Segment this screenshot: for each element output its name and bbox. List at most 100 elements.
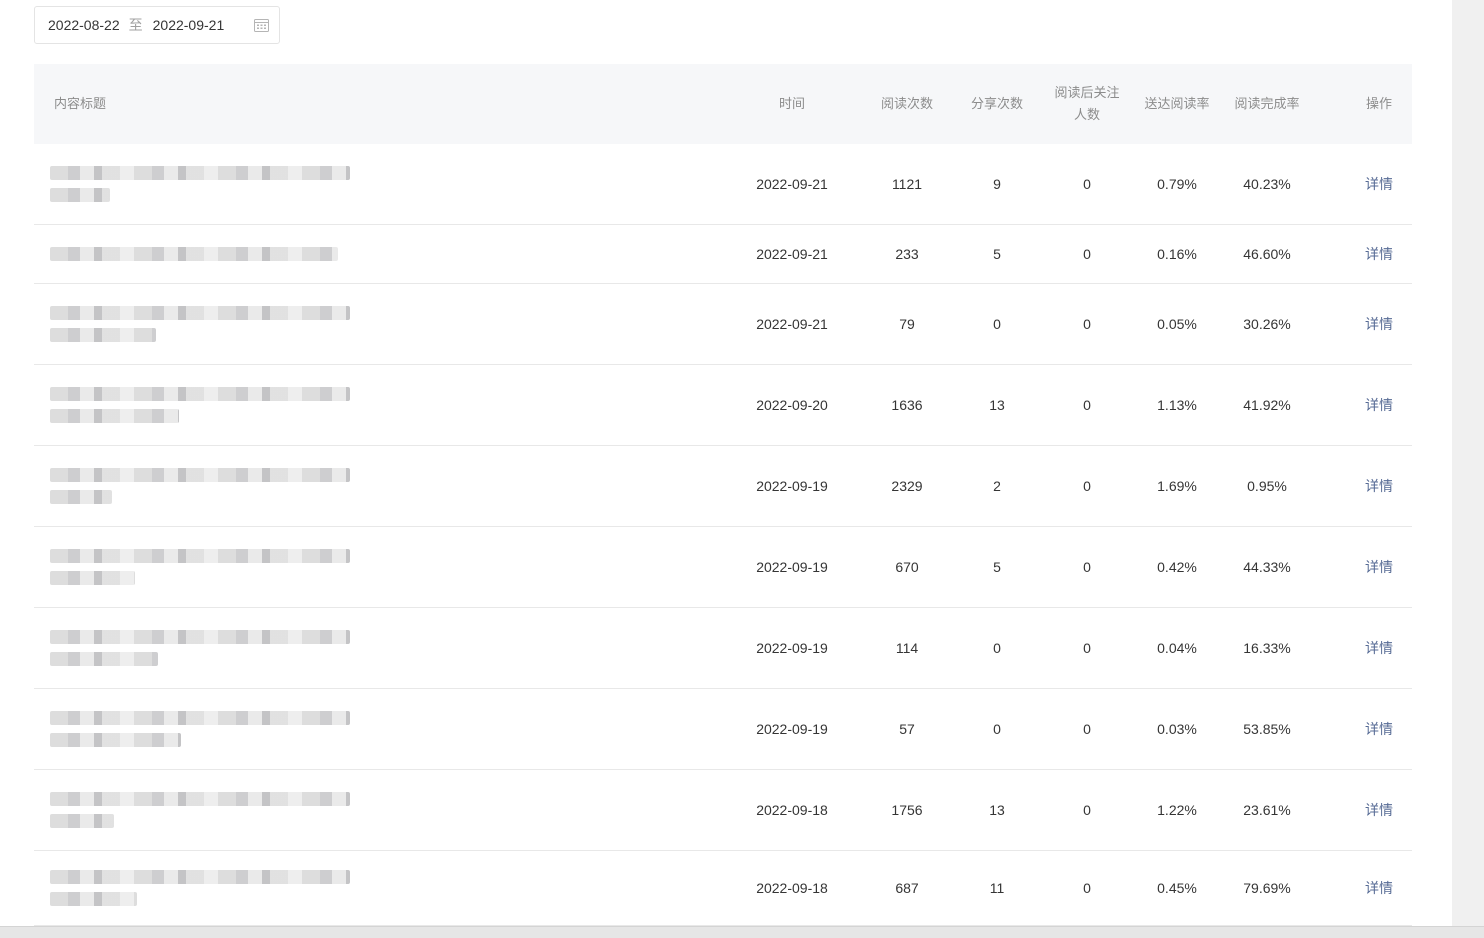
cell-completion-rate: 79.69% [1243, 880, 1291, 896]
cell-delivery-rate: 0.42% [1157, 559, 1197, 575]
cell-delivery-rate: 0.79% [1157, 176, 1197, 192]
cell-reads: 114 [895, 640, 919, 656]
cell-date: 2022-09-19 [756, 721, 828, 737]
redacted-title-line [50, 892, 137, 906]
cell-reads: 2329 [891, 478, 923, 494]
cell-follows: 0 [1083, 802, 1091, 818]
table-body: 2022-09-21 1121 9 0 0.79% 40.23% 详情 2022… [34, 144, 1412, 926]
redacted-title-line [50, 387, 350, 401]
details-link[interactable]: 详情 [1365, 557, 1393, 577]
redacted-title-line [50, 711, 350, 725]
redacted-title-line [50, 188, 110, 202]
redacted-title-line [50, 328, 156, 342]
cell-shares: 5 [993, 246, 1001, 262]
cell-shares: 13 [989, 397, 1005, 413]
cell-date: 2022-09-19 [756, 478, 828, 494]
cell-shares: 5 [993, 559, 1001, 575]
details-link[interactable]: 详情 [1365, 244, 1393, 264]
cell-date: 2022-09-21 [756, 246, 828, 262]
header-reads: 阅读次数 [880, 96, 933, 111]
cell-date: 2022-09-18 [756, 802, 828, 818]
cell-date: 2022-09-20 [756, 397, 828, 413]
cell-shares: 2 [993, 478, 1001, 494]
redacted-title-line [50, 166, 350, 180]
redacted-title-line [50, 409, 179, 423]
cell-completion-rate: 40.23% [1243, 176, 1291, 192]
cell-completion-rate: 53.85% [1243, 721, 1291, 737]
cell-reads: 57 [899, 721, 915, 737]
details-link[interactable]: 详情 [1365, 174, 1393, 194]
cell-shares: 11 [989, 880, 1005, 896]
redacted-title-line [50, 247, 338, 261]
cell-reads: 1756 [891, 802, 923, 818]
cell-follows: 0 [1083, 478, 1091, 494]
article-stats-table: 内容标题 时间 阅读次数 分享次数 阅读后关注 人数 送达阅读率 阅读完成率 操… [34, 64, 1412, 926]
cell-shares: 0 [993, 640, 1001, 656]
cell-date: 2022-09-21 [756, 176, 828, 192]
cell-follows: 0 [1083, 397, 1091, 413]
cell-date: 2022-09-19 [756, 559, 828, 575]
content-title-redacted[interactable] [50, 527, 370, 607]
cell-follows: 0 [1083, 880, 1091, 896]
date-range-picker[interactable]: 2022-08-22 至 2022-09-21 [34, 6, 280, 44]
content-title-redacted[interactable] [50, 365, 370, 445]
cell-shares: 9 [993, 176, 1001, 192]
cell-follows: 0 [1083, 559, 1091, 575]
cell-follows: 0 [1083, 316, 1091, 332]
cell-follows: 0 [1083, 246, 1091, 262]
redacted-title-line [50, 549, 350, 563]
content-title-redacted[interactable] [50, 689, 370, 769]
cell-delivery-rate: 1.69% [1157, 478, 1197, 494]
header-follows-line2: 人数 [1073, 107, 1100, 122]
table-row: 2022-09-19 670 5 0 0.42% 44.33% 详情 [34, 527, 1412, 608]
start-date[interactable]: 2022-08-22 [48, 17, 120, 33]
content-title-redacted[interactable] [50, 225, 370, 283]
cell-reads: 233 [895, 246, 919, 262]
details-link[interactable]: 详情 [1365, 638, 1393, 658]
cell-shares: 0 [993, 721, 1001, 737]
page-scroll-gutter [1452, 0, 1484, 938]
date-separator: 至 [128, 17, 143, 33]
cell-follows: 0 [1083, 640, 1091, 656]
cell-reads: 79 [899, 316, 915, 332]
content-title-redacted[interactable] [50, 851, 370, 925]
details-link[interactable]: 详情 [1365, 800, 1393, 820]
details-link[interactable]: 详情 [1365, 719, 1393, 739]
header-delivery-rate: 送达阅读率 [1144, 96, 1210, 111]
content-title-redacted[interactable] [50, 446, 370, 526]
redacted-title-line [50, 814, 114, 828]
end-date[interactable]: 2022-09-21 [153, 17, 225, 33]
header-time: 时间 [778, 96, 805, 111]
calendar-icon[interactable] [254, 18, 269, 32]
table-row: 2022-09-19 57 0 0 0.03% 53.85% 详情 [34, 689, 1412, 770]
content-title-redacted[interactable] [50, 608, 370, 688]
redacted-title-line [50, 306, 350, 320]
cell-reads: 670 [895, 559, 919, 575]
cell-reads: 1636 [891, 397, 923, 413]
cell-reads: 1121 [891, 176, 923, 192]
redacted-title-line [50, 792, 350, 806]
details-link[interactable]: 详情 [1365, 395, 1393, 415]
cell-shares: 0 [993, 316, 1001, 332]
cell-delivery-rate: 0.16% [1157, 246, 1197, 262]
table-row: 2022-09-21 233 5 0 0.16% 46.60% 详情 [34, 225, 1412, 284]
cell-date: 2022-09-19 [756, 640, 828, 656]
cell-follows: 0 [1083, 721, 1091, 737]
details-link[interactable]: 详情 [1365, 314, 1393, 334]
cell-delivery-rate: 0.05% [1157, 316, 1197, 332]
details-link[interactable]: 详情 [1365, 878, 1393, 898]
cell-delivery-rate: 0.03% [1157, 721, 1197, 737]
taskbar [0, 926, 1484, 938]
table-row: 2022-09-18 687 11 0 0.45% 79.69% 详情 [34, 851, 1412, 926]
cell-completion-rate: 16.33% [1243, 640, 1291, 656]
content-title-redacted[interactable] [50, 144, 370, 224]
cell-delivery-rate: 0.04% [1157, 640, 1197, 656]
details-link[interactable]: 详情 [1365, 476, 1393, 496]
table-row: 2022-09-21 1121 9 0 0.79% 40.23% 详情 [34, 144, 1412, 225]
table-row: 2022-09-21 79 0 0 0.05% 30.26% 详情 [34, 284, 1412, 365]
content-title-redacted[interactable] [50, 284, 370, 364]
content-title-redacted[interactable] [50, 770, 370, 850]
cell-completion-rate: 41.92% [1243, 397, 1291, 413]
cell-shares: 13 [989, 802, 1005, 818]
redacted-title-line [50, 490, 112, 504]
